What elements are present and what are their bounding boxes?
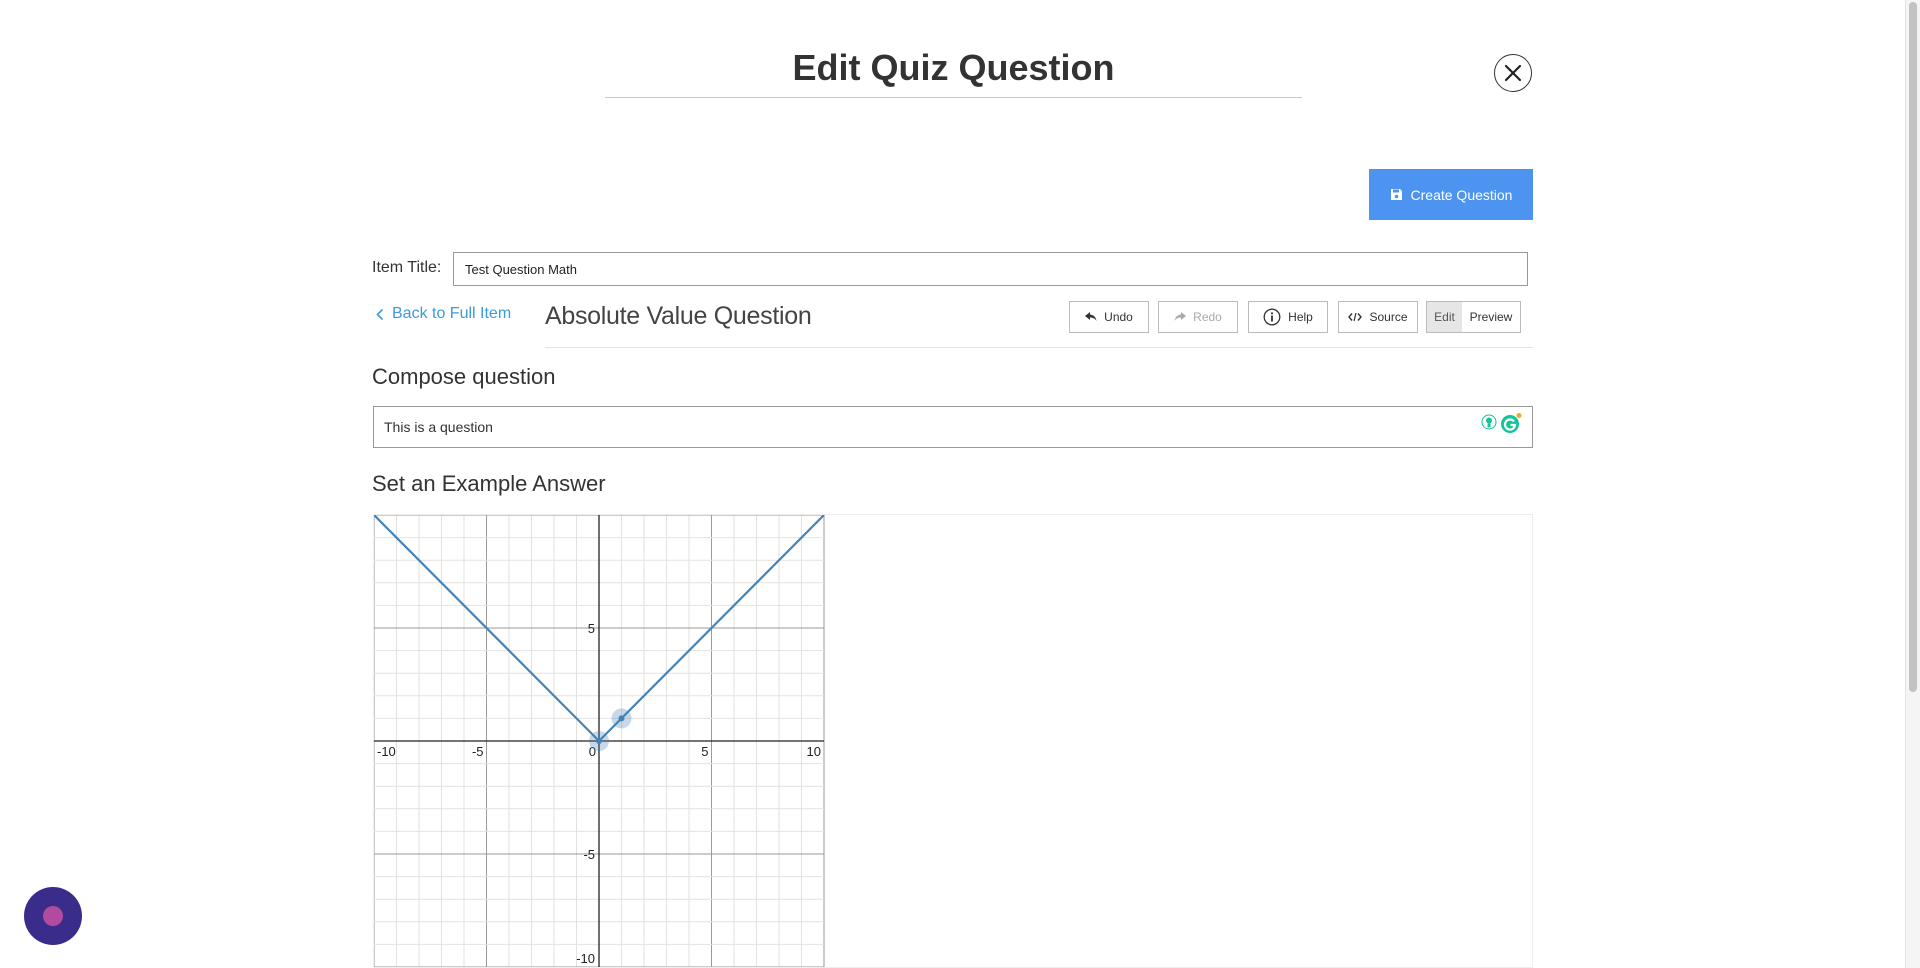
item-title-label: Item Title: (372, 259, 442, 276)
y-tick-label: -5 (583, 847, 595, 862)
source-label: Source (1369, 310, 1408, 324)
x-tick-label: 5 (701, 744, 708, 759)
undo-label: Undo (1104, 310, 1133, 324)
question-type-title: Absolute Value Question (545, 302, 812, 330)
save-icon (1390, 188, 1403, 201)
code-icon (1348, 312, 1363, 322)
lightbulb-icon[interactable] (1481, 413, 1497, 433)
source-button[interactable]: Source (1338, 301, 1418, 333)
x-tick-label: -10 (377, 744, 396, 759)
close-button[interactable] (1494, 54, 1532, 92)
preview-mode-button[interactable]: Preview (1462, 302, 1520, 332)
undo-icon (1085, 312, 1097, 321)
help-button[interactable]: Help (1248, 301, 1328, 333)
control-point (618, 715, 625, 722)
back-link-label: Back to Full Item (392, 305, 512, 322)
y-tick-label: 5 (588, 621, 595, 636)
create-question-label: Create Question (1410, 186, 1513, 203)
redo-label: Redo (1193, 310, 1222, 324)
undo-button[interactable]: Undo (1069, 301, 1149, 333)
grammarly-icon[interactable] (1500, 412, 1522, 434)
x-tick-label: -5 (472, 744, 484, 759)
edit-mode-button[interactable]: Edit (1427, 302, 1462, 332)
chevron-left-icon (376, 308, 384, 320)
compose-question-heading: Compose question (372, 364, 556, 389)
create-question-button[interactable]: Create Question (1369, 169, 1533, 220)
edit-preview-toggle: Edit Preview (1426, 301, 1521, 333)
absolute-value-graph[interactable]: -10 -5 0 5 105-5-10 (374, 515, 825, 967)
info-icon (1263, 308, 1281, 326)
chat-icon (43, 906, 63, 926)
example-answer-heading: Set an Example Answer (372, 471, 606, 496)
y-tick-label: -10 (576, 951, 595, 966)
scrollbar-thumb[interactable] (1909, 2, 1917, 692)
toolbar-divider (545, 347, 1533, 348)
chat-widget-button[interactable] (24, 887, 82, 945)
item-title-input[interactable] (453, 252, 1528, 286)
help-label: Help (1288, 310, 1313, 324)
compose-question-text: This is a question (384, 419, 493, 435)
back-to-full-item-link[interactable]: Back to Full Item (376, 305, 511, 323)
x-tick-label: 10 (807, 744, 821, 759)
redo-button[interactable]: Redo (1158, 301, 1238, 333)
control-point (596, 738, 602, 744)
extension-icons (1481, 412, 1522, 434)
page-title: Edit Quiz Question (792, 47, 1115, 88)
modal-header: Edit Quiz Question (605, 42, 1302, 98)
graph-panel: -10 -5 0 5 10 5 -5 -10 (373, 514, 1533, 968)
compose-question-editor[interactable]: This is a question (373, 406, 1533, 448)
redo-icon (1174, 312, 1187, 321)
close-icon (1504, 64, 1522, 82)
page-scrollbar[interactable] (1905, 0, 1920, 968)
